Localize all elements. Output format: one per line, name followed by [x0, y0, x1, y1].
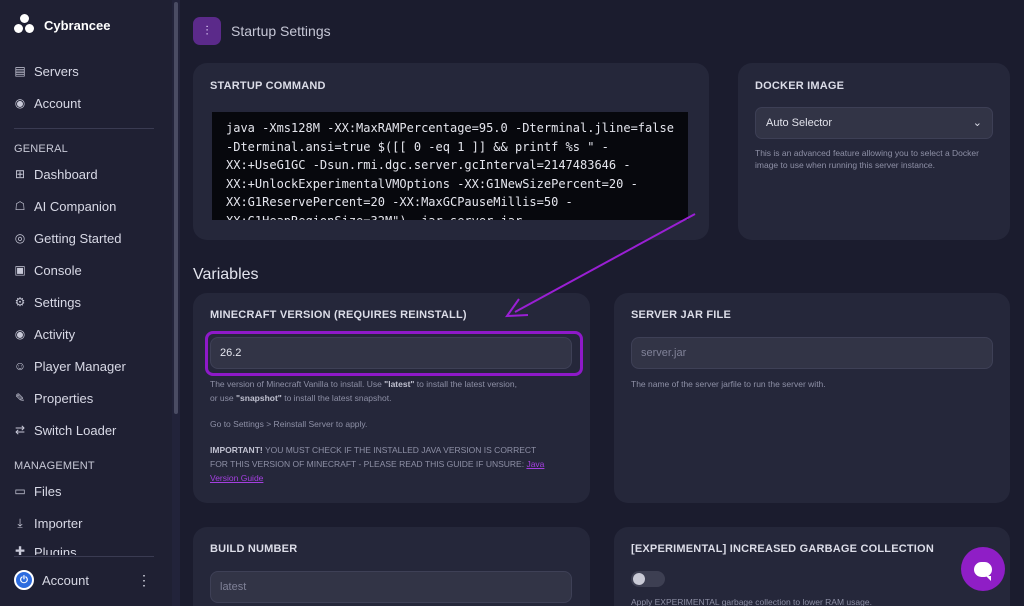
annotation-arrow	[505, 213, 696, 318]
chat-icon	[974, 561, 992, 581]
chat-button[interactable]	[961, 547, 1005, 591]
